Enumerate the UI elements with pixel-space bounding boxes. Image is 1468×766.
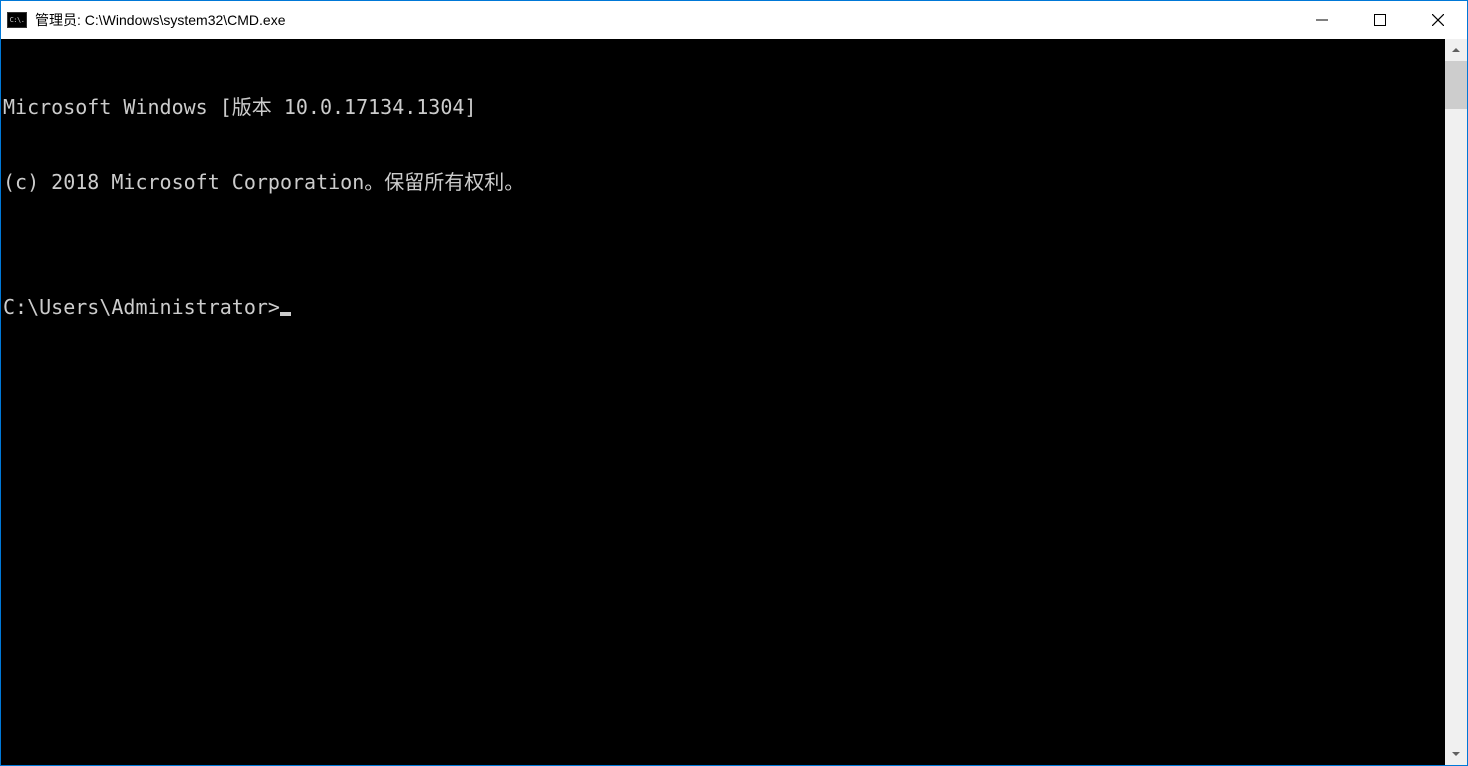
prompt-line: C:\Users\Administrator> [3,295,1445,320]
chevron-up-icon [1451,45,1461,55]
cmd-window: C:\. 管理员: C:\Windows\system32\CMD.exe [0,0,1468,766]
window-title: 管理员: C:\Windows\system32\CMD.exe [35,10,1293,30]
scrollbar-track[interactable] [1445,61,1467,743]
window-controls [1293,1,1467,39]
chevron-down-icon [1451,749,1461,759]
vertical-scrollbar[interactable] [1445,39,1467,765]
close-button[interactable] [1409,1,1467,39]
scroll-up-button[interactable] [1445,39,1467,61]
prompt-text: C:\Users\Administrator> [3,295,280,320]
app-icon: C:\. [7,12,27,28]
terminal-output[interactable]: Microsoft Windows [版本 10.0.17134.1304] (… [1,39,1445,765]
scrollbar-thumb[interactable] [1445,61,1467,109]
close-icon [1432,14,1444,26]
titlebar[interactable]: C:\. 管理员: C:\Windows\system32\CMD.exe [1,1,1467,39]
minimize-button[interactable] [1293,1,1351,39]
terminal-line: Microsoft Windows [版本 10.0.17134.1304] [3,95,1445,120]
scroll-down-button[interactable] [1445,743,1467,765]
terminal-line: (c) 2018 Microsoft Corporation。保留所有权利。 [3,170,1445,195]
terminal-container: Microsoft Windows [版本 10.0.17134.1304] (… [1,39,1467,765]
cursor [280,312,291,316]
app-icon-text: C:\. [10,17,25,24]
maximize-icon [1374,14,1386,26]
maximize-button[interactable] [1351,1,1409,39]
minimize-icon [1316,14,1328,26]
